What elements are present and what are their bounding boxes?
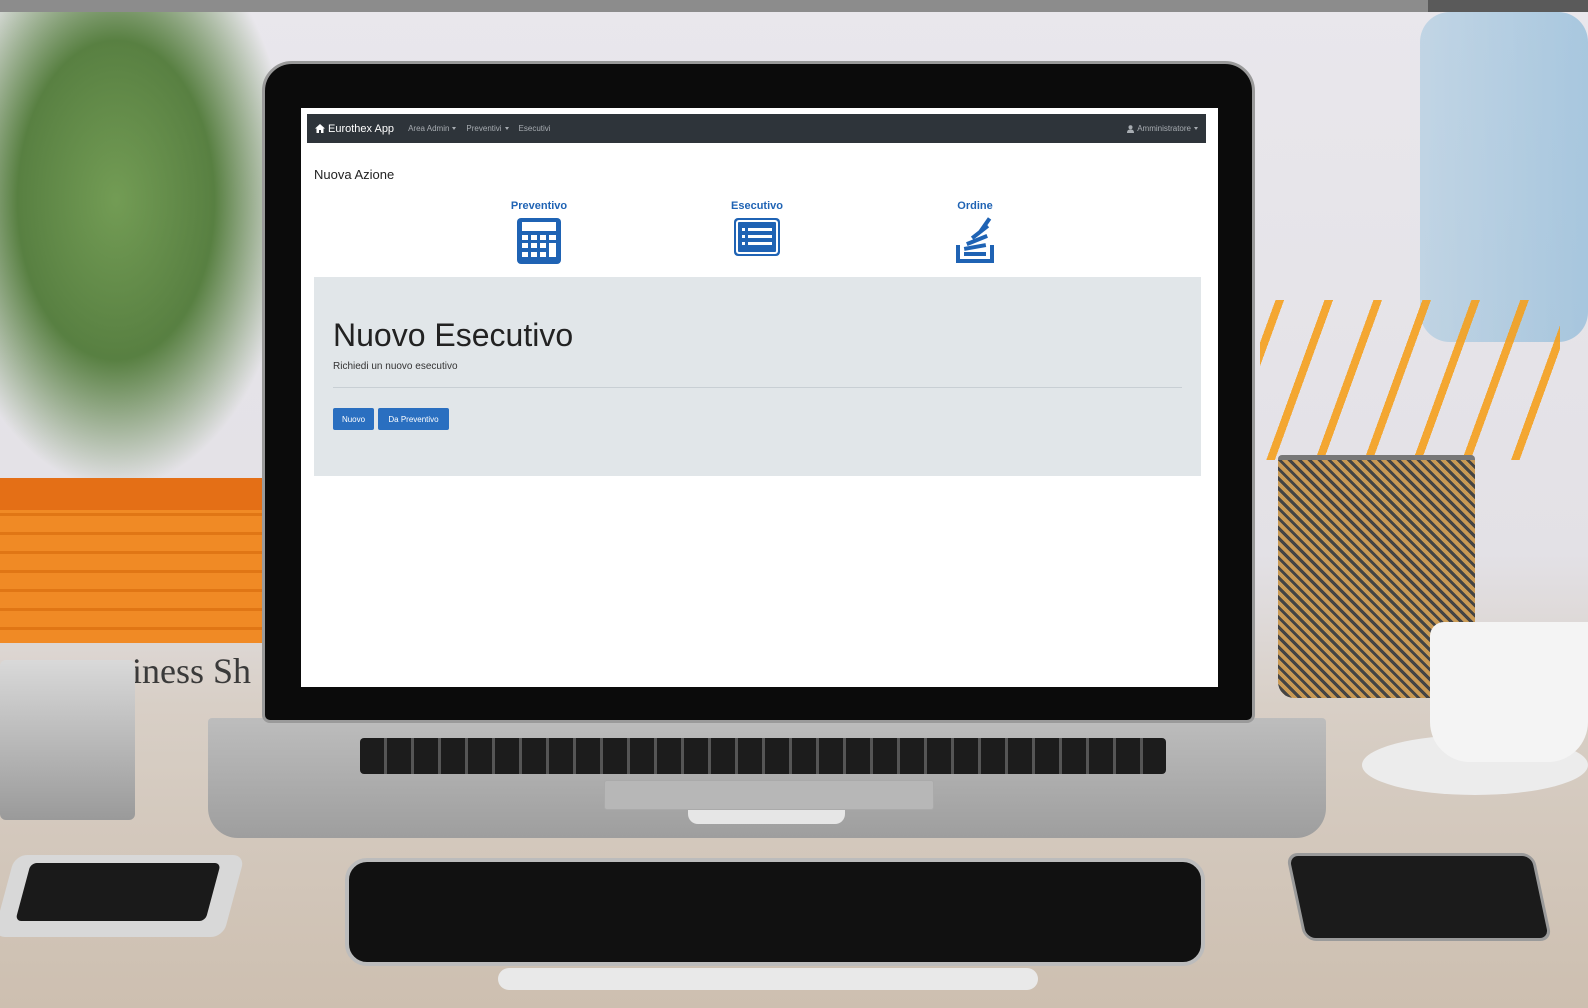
user-menu-label: Amministratore [1137, 124, 1191, 133]
book-spine-text: siness Sh [118, 651, 252, 691]
jumbotron-title: Nuovo Esecutivo [333, 317, 574, 353]
stack-icon [956, 217, 994, 263]
action-esecutivo[interactable]: Esecutivo [707, 200, 807, 257]
tablet [345, 858, 1205, 966]
home-icon [315, 124, 325, 133]
laptop-keyboard [360, 738, 1166, 774]
pen [498, 968, 1038, 990]
user-menu[interactable]: Amministratore [1127, 124, 1198, 133]
phone-right [1285, 853, 1553, 941]
caret-down-icon [1194, 127, 1198, 130]
divider [333, 387, 1182, 388]
nav-item-label: Preventivi [466, 124, 502, 133]
top-bar [0, 0, 1588, 12]
list-icon [734, 218, 780, 256]
action-preventivo[interactable]: Preventivo [489, 200, 589, 265]
jumbotron: Nuovo Esecutivo Richiedi un nuovo esecut… [314, 277, 1201, 476]
page-title: Nuova Azione [314, 167, 395, 182]
caret-down-icon [452, 127, 457, 130]
nav-item-area-admin[interactable]: Area Admin [408, 124, 457, 133]
nuovo-button[interactable]: Nuovo [333, 408, 374, 430]
book-stack-top [0, 478, 262, 510]
pencils [1260, 300, 1560, 460]
laptop-hinge [688, 810, 845, 824]
action-label: Preventivo [510, 200, 568, 212]
laptop-screen: Eurothex App Area Admin Preventivi Esecu… [301, 108, 1218, 687]
jumbotron-subtitle: Richiedi un nuovo esecutivo [333, 361, 458, 372]
da-preventivo-button[interactable]: Da Preventivo [378, 408, 449, 430]
user-icon [1127, 124, 1135, 133]
phone-left [0, 855, 245, 937]
brand-label: Eurothex App [328, 122, 395, 135]
action-label: Ordine [957, 200, 993, 212]
navbar: Eurothex App Area Admin Preventivi Esecu… [307, 114, 1206, 143]
nav-item-label: Area Admin [408, 124, 450, 133]
top-bar-right [1428, 0, 1588, 12]
water-bottle [1420, 12, 1588, 342]
calculator-icon [517, 218, 561, 264]
nav-item-preventivi[interactable]: Preventivi [466, 124, 509, 133]
caret-down-icon [504, 127, 509, 130]
coffee-cup [1430, 622, 1588, 762]
nav-item-label: Esecutivi [518, 124, 551, 133]
navbar-brand[interactable]: Eurothex App [315, 123, 394, 135]
action-ordine[interactable]: Ordine [925, 200, 1025, 265]
laptop-trackpad [604, 780, 934, 810]
plant [0, 12, 290, 482]
action-label: Esecutivo [731, 200, 783, 212]
nav-item-esecutivi[interactable]: Esecutivi [519, 124, 551, 133]
external-drive [0, 660, 135, 820]
